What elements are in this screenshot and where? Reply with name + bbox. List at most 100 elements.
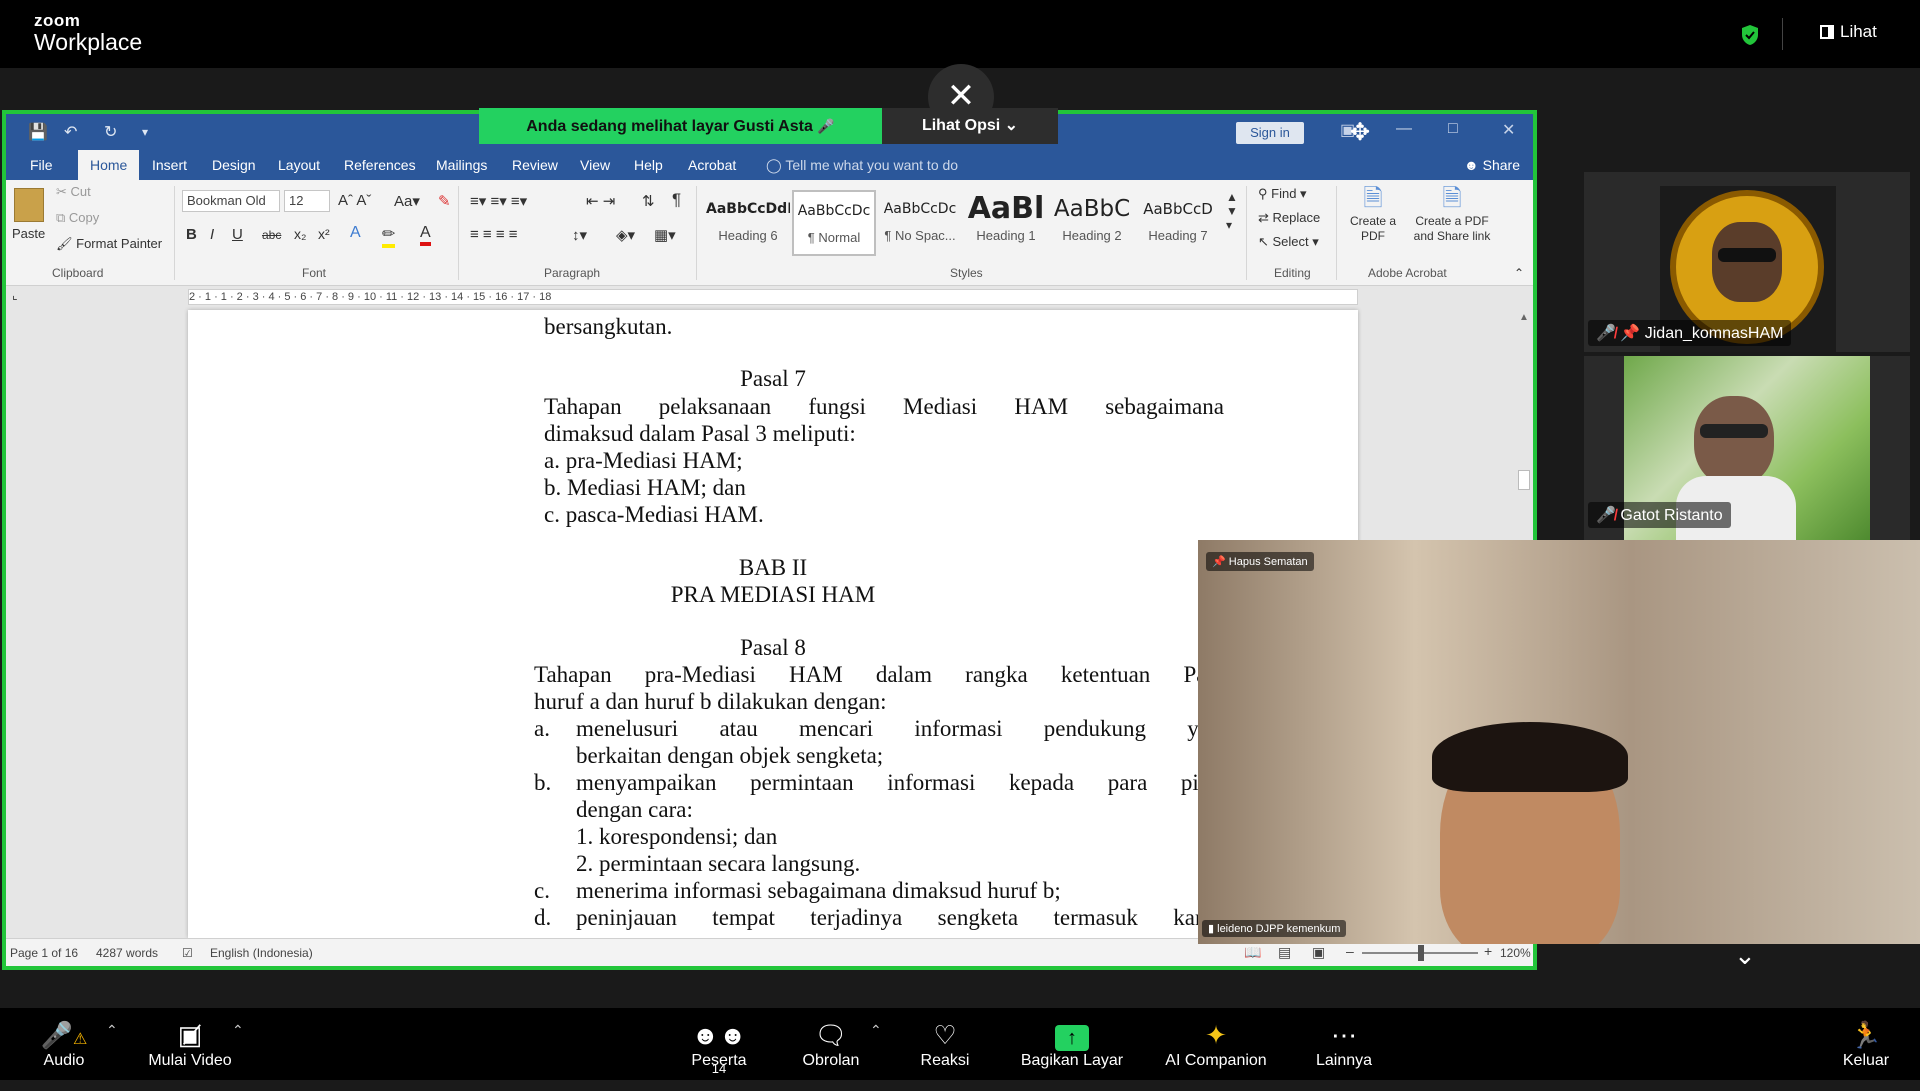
format-painter-button[interactable]: 🖌 Format Painter [56,236,162,252]
document-page[interactable]: bersangkutan. Pasal 7 Tahapan pelaksanaa… [188,310,1358,938]
underline-icon[interactable]: U [232,226,243,243]
style-heading-1[interactable]: AaBl Heading 1 [964,190,1048,256]
collapse-ribbon-icon[interactable]: ⌃ [1514,266,1524,280]
zoom-in-icon[interactable]: + [1484,943,1492,959]
shading-icon[interactable]: ◈▾ [616,226,635,244]
font-name-combo[interactable]: Bookman Old [182,190,280,212]
participants-button[interactable]: ☻☻14 Peserta [686,1018,752,1076]
reactions-button[interactable]: ♡ Reaksi [912,1018,978,1070]
indent-icon[interactable]: ⇤ ⇥ [586,192,615,210]
audio-caret-icon[interactable]: ⌃ [106,1022,118,1039]
tab-review[interactable]: Review [512,150,558,180]
subscript-icon[interactable]: x₂ [294,226,306,242]
web-layout-icon[interactable]: ▣ [1312,944,1325,961]
find-button[interactable]: ⚲ Find ▾ [1258,186,1307,202]
maximize-icon[interactable]: □ [1448,120,1458,138]
share-button[interactable]: ☻ Share [1464,150,1520,180]
chat-button[interactable]: 🗨 Obrolan [796,1018,866,1070]
change-case-icon[interactable]: Aa▾ [394,192,420,210]
highlight-icon[interactable]: ✏ [382,224,396,248]
style-heading-6[interactable]: AaBbCcDdI Heading 6 [706,190,790,256]
move-icon[interactable]: ✥ [1350,118,1370,147]
participant-tile-3[interactable]: 📌 Hapus Sematan ▮ leideno DJPP kemenkum [1198,540,1920,944]
close-window-icon[interactable]: ✕ [1502,120,1515,140]
zoom-out-icon[interactable]: – [1346,943,1354,959]
sort-icon[interactable]: ⇅ [642,192,655,210]
share-screen-button[interactable]: ↑ Bagikan Layar [1016,1018,1128,1070]
save-icon[interactable]: 💾 [28,122,48,142]
scroll-up-icon[interactable]: ▲ [1519,312,1529,323]
more-button[interactable]: ⋯ Lainnya [1308,1018,1380,1070]
tab-file[interactable]: File [30,150,53,180]
unpin-badge[interactable]: 📌 Hapus Sematan [1206,552,1314,571]
page-count[interactable]: Page 1 of 16 [10,946,78,960]
create-share-pdf-button[interactable]: 🗎 Create a PDF and Share link [1404,184,1500,244]
separator [458,186,459,280]
grow-font-icon[interactable]: Aˆ Aˇ [338,192,371,209]
sign-in-button[interactable]: Sign in [1236,122,1304,144]
shield-check-icon[interactable] [1740,24,1760,46]
chat-caret-icon[interactable]: ⌃ [870,1022,882,1039]
tell-me-search[interactable]: ◯ Tell me what you want to do [766,150,958,180]
proofing-icon[interactable]: ☑ [182,946,193,960]
tab-acrobat[interactable]: Acrobat [688,150,736,180]
line-spacing-icon[interactable]: ↕▾ [572,226,587,244]
style-heading-2[interactable]: AaBbC Heading 2 [1050,190,1134,256]
participant-tile-2[interactable]: 🎤̸ Gatot Ristanto [1584,356,1910,540]
style-normal[interactable]: AaBbCcDc ¶ Normal [792,190,876,256]
tab-help[interactable]: Help [634,150,663,180]
tab-mailings[interactable]: Mailings [436,150,487,180]
style-no-spacing[interactable]: AaBbCcDc ¶ No Spac... [878,190,962,256]
borders-icon[interactable]: ▦▾ [654,226,676,244]
zoom-level[interactable]: 120% [1500,946,1531,960]
strikethrough-icon[interactable]: abc [262,228,281,242]
copy-button[interactable]: ⧉ Copy [56,210,99,226]
tab-design[interactable]: Design [212,150,256,180]
ai-companion-button[interactable]: ✦ AI Companion [1160,1018,1272,1070]
scroll-thumb[interactable] [1518,470,1530,490]
print-layout-icon[interactable]: ▤ [1278,944,1291,961]
minimize-icon[interactable]: — [1396,120,1412,138]
horizontal-ruler[interactable]: 2 · 1 · 1 · 2 · 3 · 4 · 5 · 6 · 7 · 8 · … [188,289,1358,305]
font-color-icon[interactable]: A [420,224,431,246]
tab-selector-icon[interactable]: ⌞ [12,288,18,302]
bullets-icon[interactable]: ≡▾ ≡▾ ≡▾ [470,192,527,210]
zoom-top-bar: zoom Workplace Lihat [0,0,1920,68]
customize-qat-icon[interactable]: ▾ [142,125,148,139]
cut-button[interactable]: ✂ Cut [56,184,91,200]
clear-format-icon[interactable]: ✎ [438,192,451,210]
video-caret-icon[interactable]: ⌃ [232,1022,244,1039]
style-heading-7[interactable]: AaBbCcD Heading 7 [1136,190,1220,256]
tab-insert[interactable]: Insert [152,150,187,180]
view-options-button[interactable]: Lihat Opsi ⌄ [882,108,1058,144]
undo-icon[interactable]: ↶ [64,122,77,142]
tab-layout[interactable]: Layout [278,150,320,180]
read-mode-icon[interactable]: 📖 [1244,944,1261,961]
redo-icon[interactable]: ↻ [104,122,117,142]
align-icons[interactable]: ≡ ≡ ≡ ≡ [470,226,518,243]
participant-tile-1[interactable]: 🎤̸ 📌 Jidan_komnasHAM [1584,172,1910,352]
view-button[interactable]: Lihat [1820,22,1877,42]
paste-label[interactable]: Paste [12,226,45,241]
bold-icon[interactable]: B [186,226,197,243]
italic-icon[interactable]: I [210,226,214,243]
replace-button[interactable]: ⇄ Replace [1258,210,1320,226]
chevron-down-icon[interactable]: ⌄ [1734,940,1756,971]
superscript-icon[interactable]: x² [318,226,330,242]
create-pdf-button[interactable]: 🗎 Create a PDF [1346,184,1400,244]
word-count[interactable]: 4287 words [96,946,158,960]
leave-button[interactable]: 🏃 Keluar [1836,1018,1896,1070]
font-size-combo[interactable]: 12 [284,190,330,212]
tab-references[interactable]: References [344,150,416,180]
zoom-slider-thumb[interactable] [1418,945,1424,961]
text-effects-icon[interactable]: A [350,224,361,242]
select-button[interactable]: ↖ Select ▾ [1258,234,1319,250]
audio-button[interactable]: 🎤⚠ Audio [34,1018,94,1070]
show-marks-icon[interactable]: ¶ [672,190,681,210]
styles-scroll-icon[interactable]: ▲ ▼ ▾ [1226,190,1238,232]
language[interactable]: English (Indonesia) [210,946,313,960]
paste-icon[interactable] [14,188,44,222]
video-button[interactable]: ▣̸ Mulai Video [140,1018,240,1070]
tab-home[interactable]: Home [78,150,140,180]
tab-view[interactable]: View [580,150,610,180]
